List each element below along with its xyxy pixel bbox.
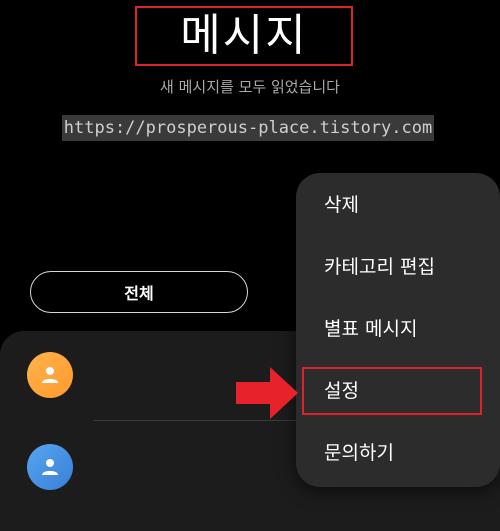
filter-all-button[interactable]: 전체 bbox=[30, 271, 248, 313]
page-subtitle: 새 메시지를 모두 읽었습니다 bbox=[160, 78, 340, 96]
menu-item-edit-categories[interactable]: 카테고리 편집 bbox=[324, 255, 435, 279]
person-icon bbox=[42, 459, 58, 475]
avatar[interactable] bbox=[27, 444, 73, 490]
person-icon bbox=[42, 367, 58, 383]
menu-item-starred-messages[interactable]: 별표 메시지 bbox=[324, 317, 417, 341]
pointer-arrow-icon bbox=[236, 367, 298, 419]
menu-item-delete[interactable]: 삭제 bbox=[324, 193, 359, 217]
context-menu: 삭제 카테고리 편집 별표 메시지 설정 문의하기 bbox=[296, 173, 500, 487]
menu-item-contact-us[interactable]: 문의하기 bbox=[324, 441, 394, 465]
title-highlight-box: 메시지 bbox=[135, 6, 353, 66]
page-title: 메시지 bbox=[180, 10, 308, 61]
avatar[interactable] bbox=[27, 352, 73, 398]
settings-highlight-box bbox=[302, 367, 482, 415]
watermark-url: https://prosperous-place.tistory.com bbox=[62, 115, 434, 141]
